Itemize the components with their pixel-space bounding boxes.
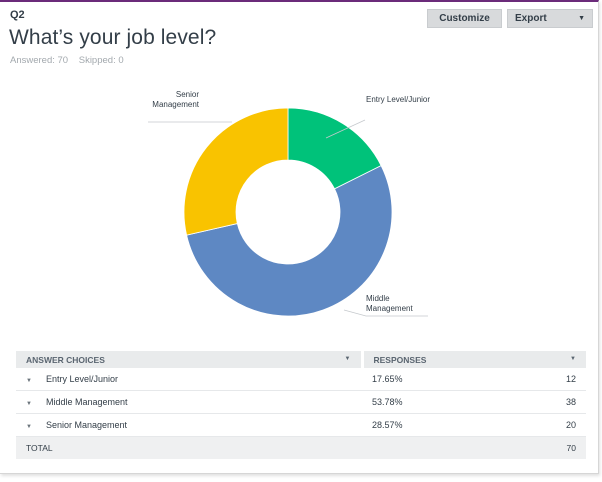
response-percent: 53.78% <box>362 390 503 414</box>
answer-choice: Senior Management <box>46 420 128 430</box>
response-percent: 17.65% <box>362 368 503 391</box>
skipped-count: Skipped: 0 <box>78 55 124 66</box>
response-count: 12 <box>502 368 586 391</box>
answer-choices-header-label: ANSWER CHOICES <box>26 354 105 365</box>
response-stats: Answered: 70 Skipped: 0 <box>10 55 124 66</box>
donut-chart: Entry Level/Junior Middle Management Senior… <box>0 82 598 332</box>
table-row: ▼ Entry Level/Junior 17.65% 12 <box>16 368 586 391</box>
expand-caret-icon[interactable]: ▼ <box>26 378 46 384</box>
response-count: 20 <box>502 413 586 437</box>
export-label: Export <box>515 13 547 24</box>
responses-header-label: RESPONSES <box>373 354 427 365</box>
response-percent: 28.57% <box>362 413 503 437</box>
answer-choice: Entry Level/Junior <box>46 374 119 384</box>
export-dropdown[interactable]: Export ▼ <box>507 9 593 28</box>
question-title: What’s your job level? <box>9 26 217 49</box>
total-row: TOTAL 70 <box>16 436 586 459</box>
results-table: ANSWER CHOICES ▼ RESPONSES ▼ ▼ Entry Leve… <box>16 351 586 459</box>
answer-choices-header[interactable]: ANSWER CHOICES ▼ <box>16 351 364 368</box>
slice-label: Entry Level/Junior <box>366 95 430 104</box>
question-number: Q2 <box>10 9 25 21</box>
answer-choice: Middle Management <box>46 397 128 407</box>
caret-down-icon: ▼ <box>578 15 585 22</box>
answered-count: Answered: 70 <box>10 55 69 66</box>
sort-caret-icon[interactable]: ▼ <box>345 351 351 368</box>
slice-label: Middle Management <box>366 294 413 313</box>
total-count: 70 <box>502 436 586 459</box>
donut-chart-svg: Entry Level/Junior Middle Management Senior… <box>148 90 430 317</box>
donut-slice-senior-management[interactable] <box>183 107 289 236</box>
slice-label: Senior Management <box>152 90 199 109</box>
question-card: Q2 What’s your job level? Answered: 70 S… <box>0 0 599 474</box>
table-row: ▼ Middle Management 53.78% 38 <box>16 390 586 414</box>
responses-header[interactable]: RESPONSES ▼ <box>362 351 586 368</box>
response-count: 38 <box>502 390 586 414</box>
total-label: TOTAL <box>16 436 362 459</box>
expand-caret-icon[interactable]: ▼ <box>26 401 46 407</box>
expand-caret-icon[interactable]: ▼ <box>26 424 46 430</box>
sort-caret-icon[interactable]: ▼ <box>570 351 576 368</box>
customize-button[interactable]: Customize <box>427 9 502 28</box>
table-row: ▼ Senior Management 28.57% 20 <box>16 413 586 437</box>
